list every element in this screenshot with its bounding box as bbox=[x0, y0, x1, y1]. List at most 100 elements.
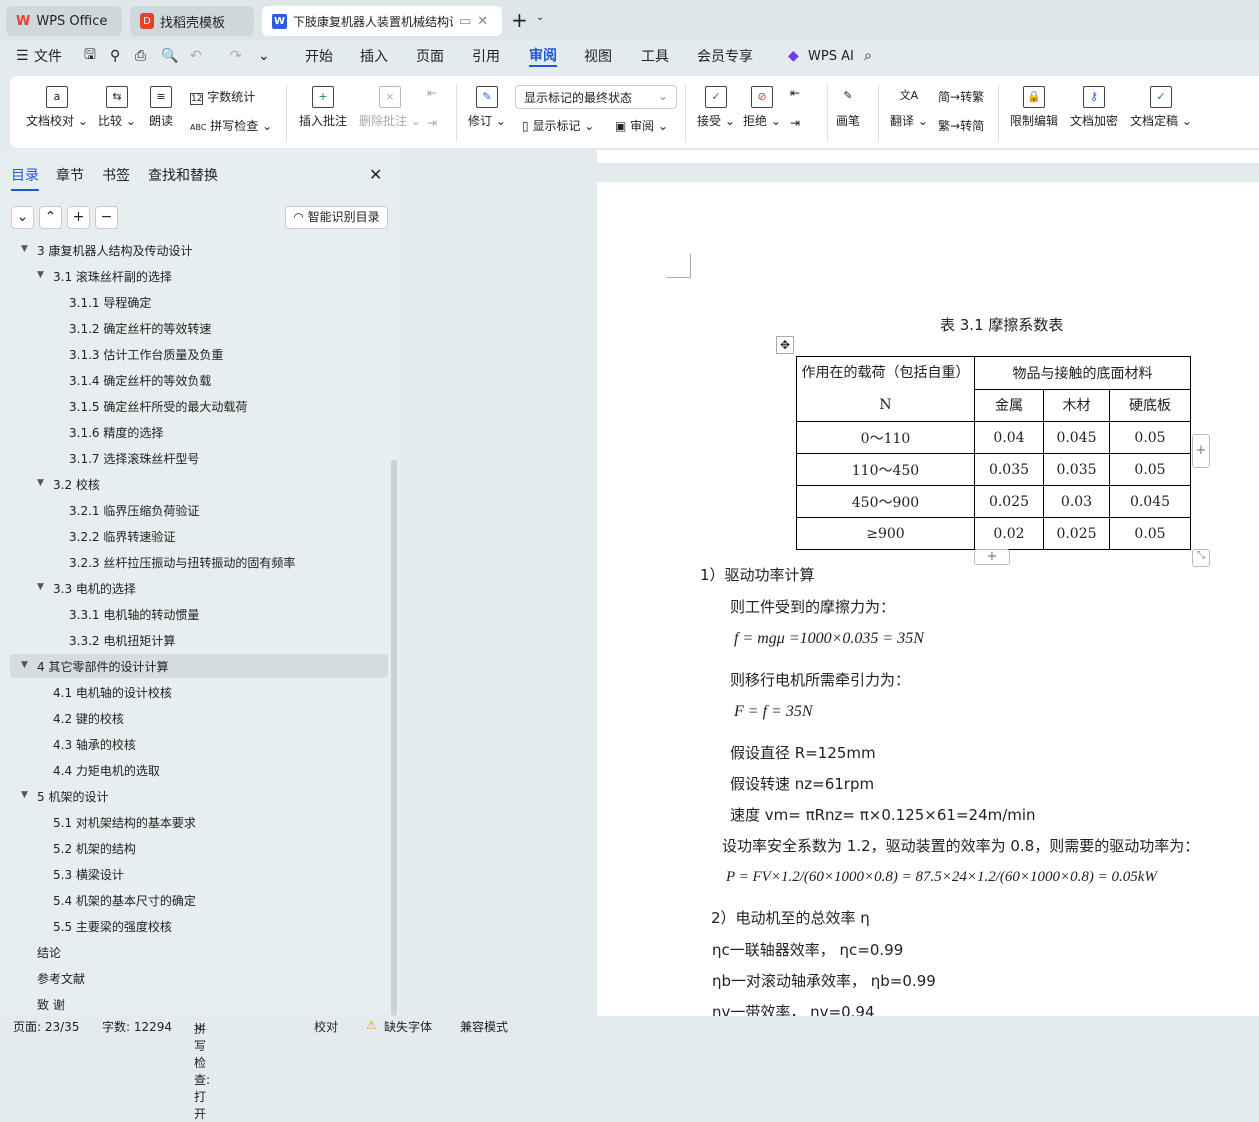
add-level-button[interactable]: + bbox=[67, 206, 90, 229]
proofread-button[interactable]: a 文档校对 ⌄ bbox=[26, 86, 88, 129]
compare-button[interactable]: ⇆ 比较 ⌄ bbox=[98, 86, 136, 129]
toc-item[interactable]: 3.1.2 确定丝杆的等效转速 bbox=[10, 316, 388, 340]
new-tab-icon[interactable]: + bbox=[511, 8, 528, 32]
close-icon[interactable]: ✕ bbox=[369, 165, 382, 184]
expand-triangle-icon[interactable]: ▼ bbox=[21, 244, 28, 254]
translate-button[interactable]: 文A 翻译 ⌄ bbox=[890, 86, 928, 129]
menu-icon[interactable]: ☰ bbox=[16, 48, 29, 64]
menu-file[interactable]: 文件 bbox=[34, 46, 62, 66]
revise-button[interactable]: ✎ 修订 ⌄ bbox=[468, 86, 506, 129]
screen-icon[interactable]: ▭ bbox=[459, 14, 471, 29]
toc-item[interactable]: 3.3.2 电机扭矩计算 bbox=[10, 628, 388, 652]
spell-check-status[interactable]: 拼写检查: 打开 ⌄ bbox=[194, 1018, 210, 1121]
prev-comment-icon[interactable]: ⇤ bbox=[427, 86, 437, 100]
print-icon[interactable]: ⎙ bbox=[135, 48, 146, 64]
insert-comment-button[interactable]: + 插入批注 bbox=[299, 86, 347, 129]
tab-document[interactable]: W 下肢康复机器人装置机械结构设 ▭ ✕ bbox=[262, 6, 502, 36]
toc-item[interactable]: 3.1.4 确定丝杆的等效负载 bbox=[10, 368, 388, 392]
toc-item[interactable]: 5.1 对机架结构的基本要求 bbox=[10, 810, 388, 834]
delete-comment-button[interactable]: × 删除批注 ⌄ bbox=[359, 86, 421, 129]
toc-item[interactable]: 3.1.7 选择滚珠丝杆型号 bbox=[10, 446, 388, 470]
spell-check-button[interactable]: ABC 拼写检查 ⌄ bbox=[190, 117, 272, 134]
add-row-button[interactable]: + bbox=[974, 549, 1010, 565]
toc-item[interactable]: 致 谢 bbox=[10, 992, 388, 1016]
toc-item[interactable]: ▼ 4 其它零部件的设计计算 bbox=[10, 654, 388, 678]
expand-triangle-icon[interactable]: ▼ bbox=[21, 790, 28, 800]
to-traditional-button[interactable]: 简→转繁 bbox=[938, 88, 984, 105]
tab-toc[interactable]: 目录 bbox=[11, 165, 39, 191]
close-tab-icon[interactable]: ✕ bbox=[477, 14, 488, 29]
pen-button[interactable]: ✎ 画笔 bbox=[836, 86, 860, 129]
next-comment-icon[interactable]: ⇥ bbox=[427, 116, 437, 130]
menu-member[interactable]: 会员专享 bbox=[697, 46, 753, 66]
toc-item[interactable]: 3.1.3 估计工作台质量及负重 bbox=[10, 342, 388, 366]
tab-bookmarks[interactable]: 书签 bbox=[102, 165, 130, 185]
collapse-all-button[interactable]: ⌄ bbox=[11, 206, 34, 229]
redo-icon[interactable]: ↷ bbox=[230, 48, 242, 64]
toc-item[interactable]: 5.2 机架的结构 bbox=[10, 836, 388, 860]
expand-triangle-icon[interactable]: ▼ bbox=[37, 270, 44, 280]
toc-item[interactable]: 4.2 键的校核 bbox=[10, 706, 388, 730]
review-pane-button[interactable]: ▣ 审阅 ⌄ bbox=[615, 117, 668, 134]
toc-item[interactable]: 5.5 主要梁的强度校核 bbox=[10, 914, 388, 938]
markup-state-select[interactable]: 显示标记的最终状态 ⌄ bbox=[515, 85, 677, 109]
expand-triangle-icon[interactable]: ▼ bbox=[21, 660, 28, 670]
menu-reference[interactable]: 引用 bbox=[472, 46, 500, 66]
word-count-button[interactable]: 12 字数统计 bbox=[190, 88, 255, 105]
toc-item[interactable]: 5.3 横梁设计 bbox=[10, 862, 388, 886]
show-markup-button[interactable]: ▯ 显示标记 ⌄ bbox=[522, 117, 594, 134]
encrypt-button[interactable]: ⚷ 文档加密 bbox=[1070, 86, 1118, 129]
smart-toc-button[interactable]: ◠ 智能识别目录 bbox=[285, 206, 388, 229]
toc-item[interactable]: 3.2.2 临界转速验证 bbox=[10, 524, 388, 548]
toc-item[interactable]: 4.3 轴承的校核 bbox=[10, 732, 388, 756]
page-indicator[interactable]: 页面: 23/35 bbox=[13, 1018, 79, 1035]
toc-item[interactable]: 4.4 力矩电机的选取 bbox=[10, 758, 388, 782]
toc-item[interactable]: 5.4 机架的基本尺寸的确定 bbox=[10, 888, 388, 912]
toc-item[interactable]: ▼ 5 机架的设计 bbox=[10, 784, 388, 808]
scrollbar[interactable] bbox=[391, 460, 397, 1016]
toc-item[interactable]: ▼ 3.3 电机的选择 bbox=[10, 576, 388, 600]
menu-page[interactable]: 页面 bbox=[416, 46, 444, 66]
restrict-edit-button[interactable]: 🔒 限制编辑 bbox=[1010, 86, 1058, 129]
tab-wps-office[interactable]: W WPS Office bbox=[6, 6, 122, 36]
more-icon[interactable]: ⌄ bbox=[258, 48, 270, 64]
missing-font-status[interactable]: 缺失字体 bbox=[384, 1018, 432, 1035]
toc-item[interactable]: 结论 bbox=[10, 940, 388, 964]
toc-item[interactable]: ▼ 3 康复机器人结构及传动设计 bbox=[10, 240, 388, 262]
menu-insert[interactable]: 插入 bbox=[360, 46, 388, 66]
resize-table-icon[interactable]: ⤡ bbox=[1192, 549, 1210, 567]
accept-button[interactable]: ✓ 接受 ⌄ bbox=[697, 86, 735, 129]
print-preview-icon[interactable]: 🔍 bbox=[161, 48, 178, 64]
chevron-down-icon[interactable]: ⌄ bbox=[536, 12, 544, 23]
share-icon[interactable]: ⚲ bbox=[110, 48, 120, 64]
next-change-icon[interactable]: ⇥ bbox=[790, 116, 800, 130]
tab-find-replace[interactable]: 查找和替换 bbox=[148, 165, 218, 185]
toc-item[interactable]: 参考文献 bbox=[10, 966, 388, 990]
toc-item[interactable]: 3.1.6 精度的选择 bbox=[10, 420, 388, 444]
toc-item[interactable]: 3.3.1 电机轴的转动惯量 bbox=[10, 602, 388, 626]
reject-button[interactable]: ⊘ 拒绝 ⌄ bbox=[743, 86, 781, 129]
remove-level-button[interactable]: − bbox=[95, 206, 118, 229]
menu-tools[interactable]: 工具 bbox=[641, 46, 669, 66]
toc-item[interactable]: ▼ 3.2 校核 bbox=[10, 472, 388, 496]
toc-item[interactable]: ▼ 3.1 滚珠丝杆副的选择 bbox=[10, 264, 388, 288]
tab-chapters[interactable]: 章节 bbox=[56, 165, 84, 185]
document-page[interactable] bbox=[597, 182, 1259, 1016]
add-column-button[interactable]: + bbox=[1192, 434, 1210, 468]
save-icon[interactable]: 🖫 bbox=[84, 44, 96, 68]
toc-item[interactable]: 3.2.1 临界压缩负荷验证 bbox=[10, 498, 388, 522]
menu-review[interactable]: 审阅 bbox=[529, 45, 557, 67]
menu-view[interactable]: 视图 bbox=[584, 46, 612, 66]
finalize-button[interactable]: ✓ 文档定稿 ⌄ bbox=[1130, 86, 1192, 129]
toc-item[interactable]: 3.1.1 导程确定 bbox=[10, 290, 388, 314]
prev-change-icon[interactable]: ⇤ bbox=[790, 86, 800, 100]
menu-home[interactable]: 开始 bbox=[305, 46, 333, 66]
search-icon[interactable]: ⌕ bbox=[864, 48, 872, 64]
to-simplified-button[interactable]: 繁→转简 bbox=[938, 117, 984, 134]
toc-item[interactable]: 3.1.5 确定丝杆所受的最大动载荷 bbox=[10, 394, 388, 418]
move-up-button[interactable]: ⌃ bbox=[39, 206, 62, 229]
read-aloud-button[interactable]: ≡ 朗读 bbox=[149, 86, 173, 129]
undo-icon[interactable]: ↶ bbox=[190, 48, 202, 64]
move-table-icon[interactable]: ✥ bbox=[776, 336, 794, 354]
expand-triangle-icon[interactable]: ▼ bbox=[37, 478, 44, 488]
